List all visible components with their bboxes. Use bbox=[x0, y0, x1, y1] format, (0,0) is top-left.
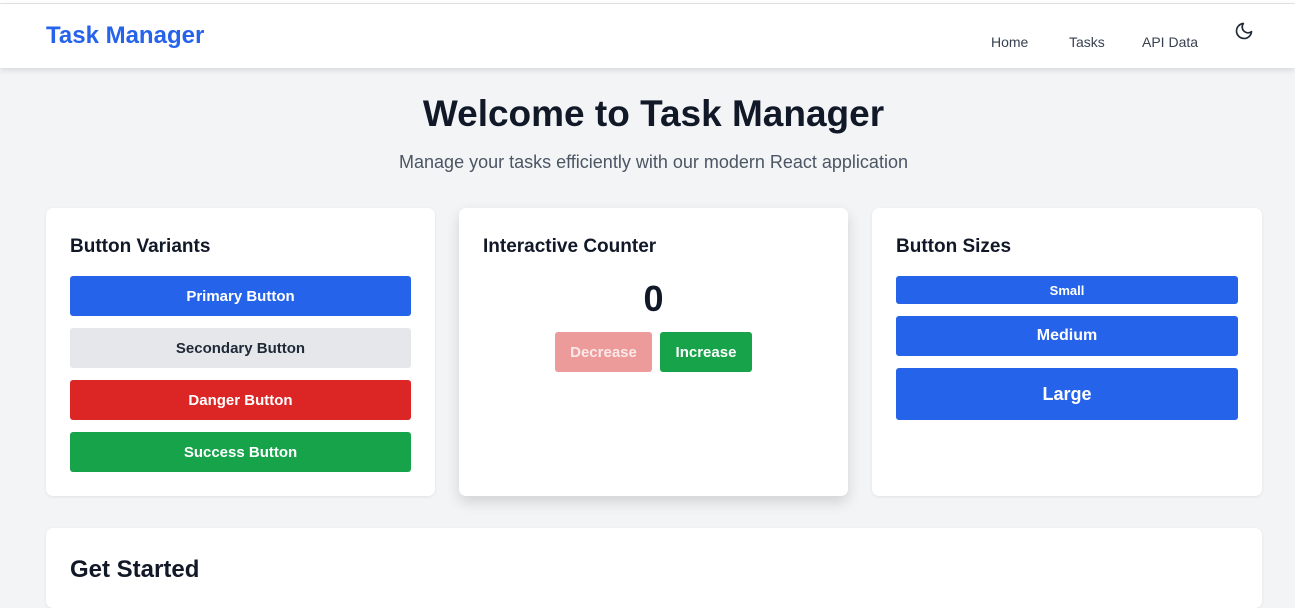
small-button[interactable]: Small bbox=[896, 276, 1238, 304]
medium-button[interactable]: Medium bbox=[896, 316, 1238, 356]
success-button[interactable]: Success Button bbox=[70, 432, 411, 472]
nav-link-api-data[interactable]: API Data bbox=[1142, 34, 1198, 50]
counter-value: 0 bbox=[643, 278, 664, 319]
nav-link-home[interactable]: Home bbox=[991, 34, 1028, 50]
button-variants-card: Button Variants Primary Button Secondary… bbox=[46, 208, 435, 496]
card-title: Button Sizes bbox=[896, 236, 1012, 257]
page-subtitle: Manage your tasks efficiently with our m… bbox=[399, 152, 908, 172]
increase-button[interactable]: Increase bbox=[660, 332, 752, 372]
section-title: Get Started bbox=[70, 556, 200, 583]
danger-button[interactable]: Danger Button bbox=[70, 380, 411, 420]
decrease-button[interactable]: Decrease bbox=[555, 332, 652, 372]
brand-logo[interactable]: Task Manager bbox=[46, 22, 204, 50]
get-started-card: Get Started bbox=[46, 528, 1262, 608]
interactive-counter-card: Interactive Counter 0 Decrease Increase bbox=[459, 208, 848, 496]
primary-button[interactable]: Primary Button bbox=[70, 276, 411, 316]
button-sizes-card: Button Sizes Small Medium Large bbox=[872, 208, 1262, 496]
moon-icon[interactable] bbox=[1234, 21, 1254, 41]
navbar: Task Manager Home Tasks API Data bbox=[0, 4, 1295, 68]
card-title: Interactive Counter bbox=[483, 236, 657, 257]
large-button[interactable]: Large bbox=[896, 368, 1238, 420]
secondary-button[interactable]: Secondary Button bbox=[70, 328, 411, 368]
page-title: Welcome to Task Manager bbox=[422, 93, 885, 134]
card-title: Button Variants bbox=[70, 236, 211, 257]
nav-link-tasks[interactable]: Tasks bbox=[1069, 34, 1105, 50]
